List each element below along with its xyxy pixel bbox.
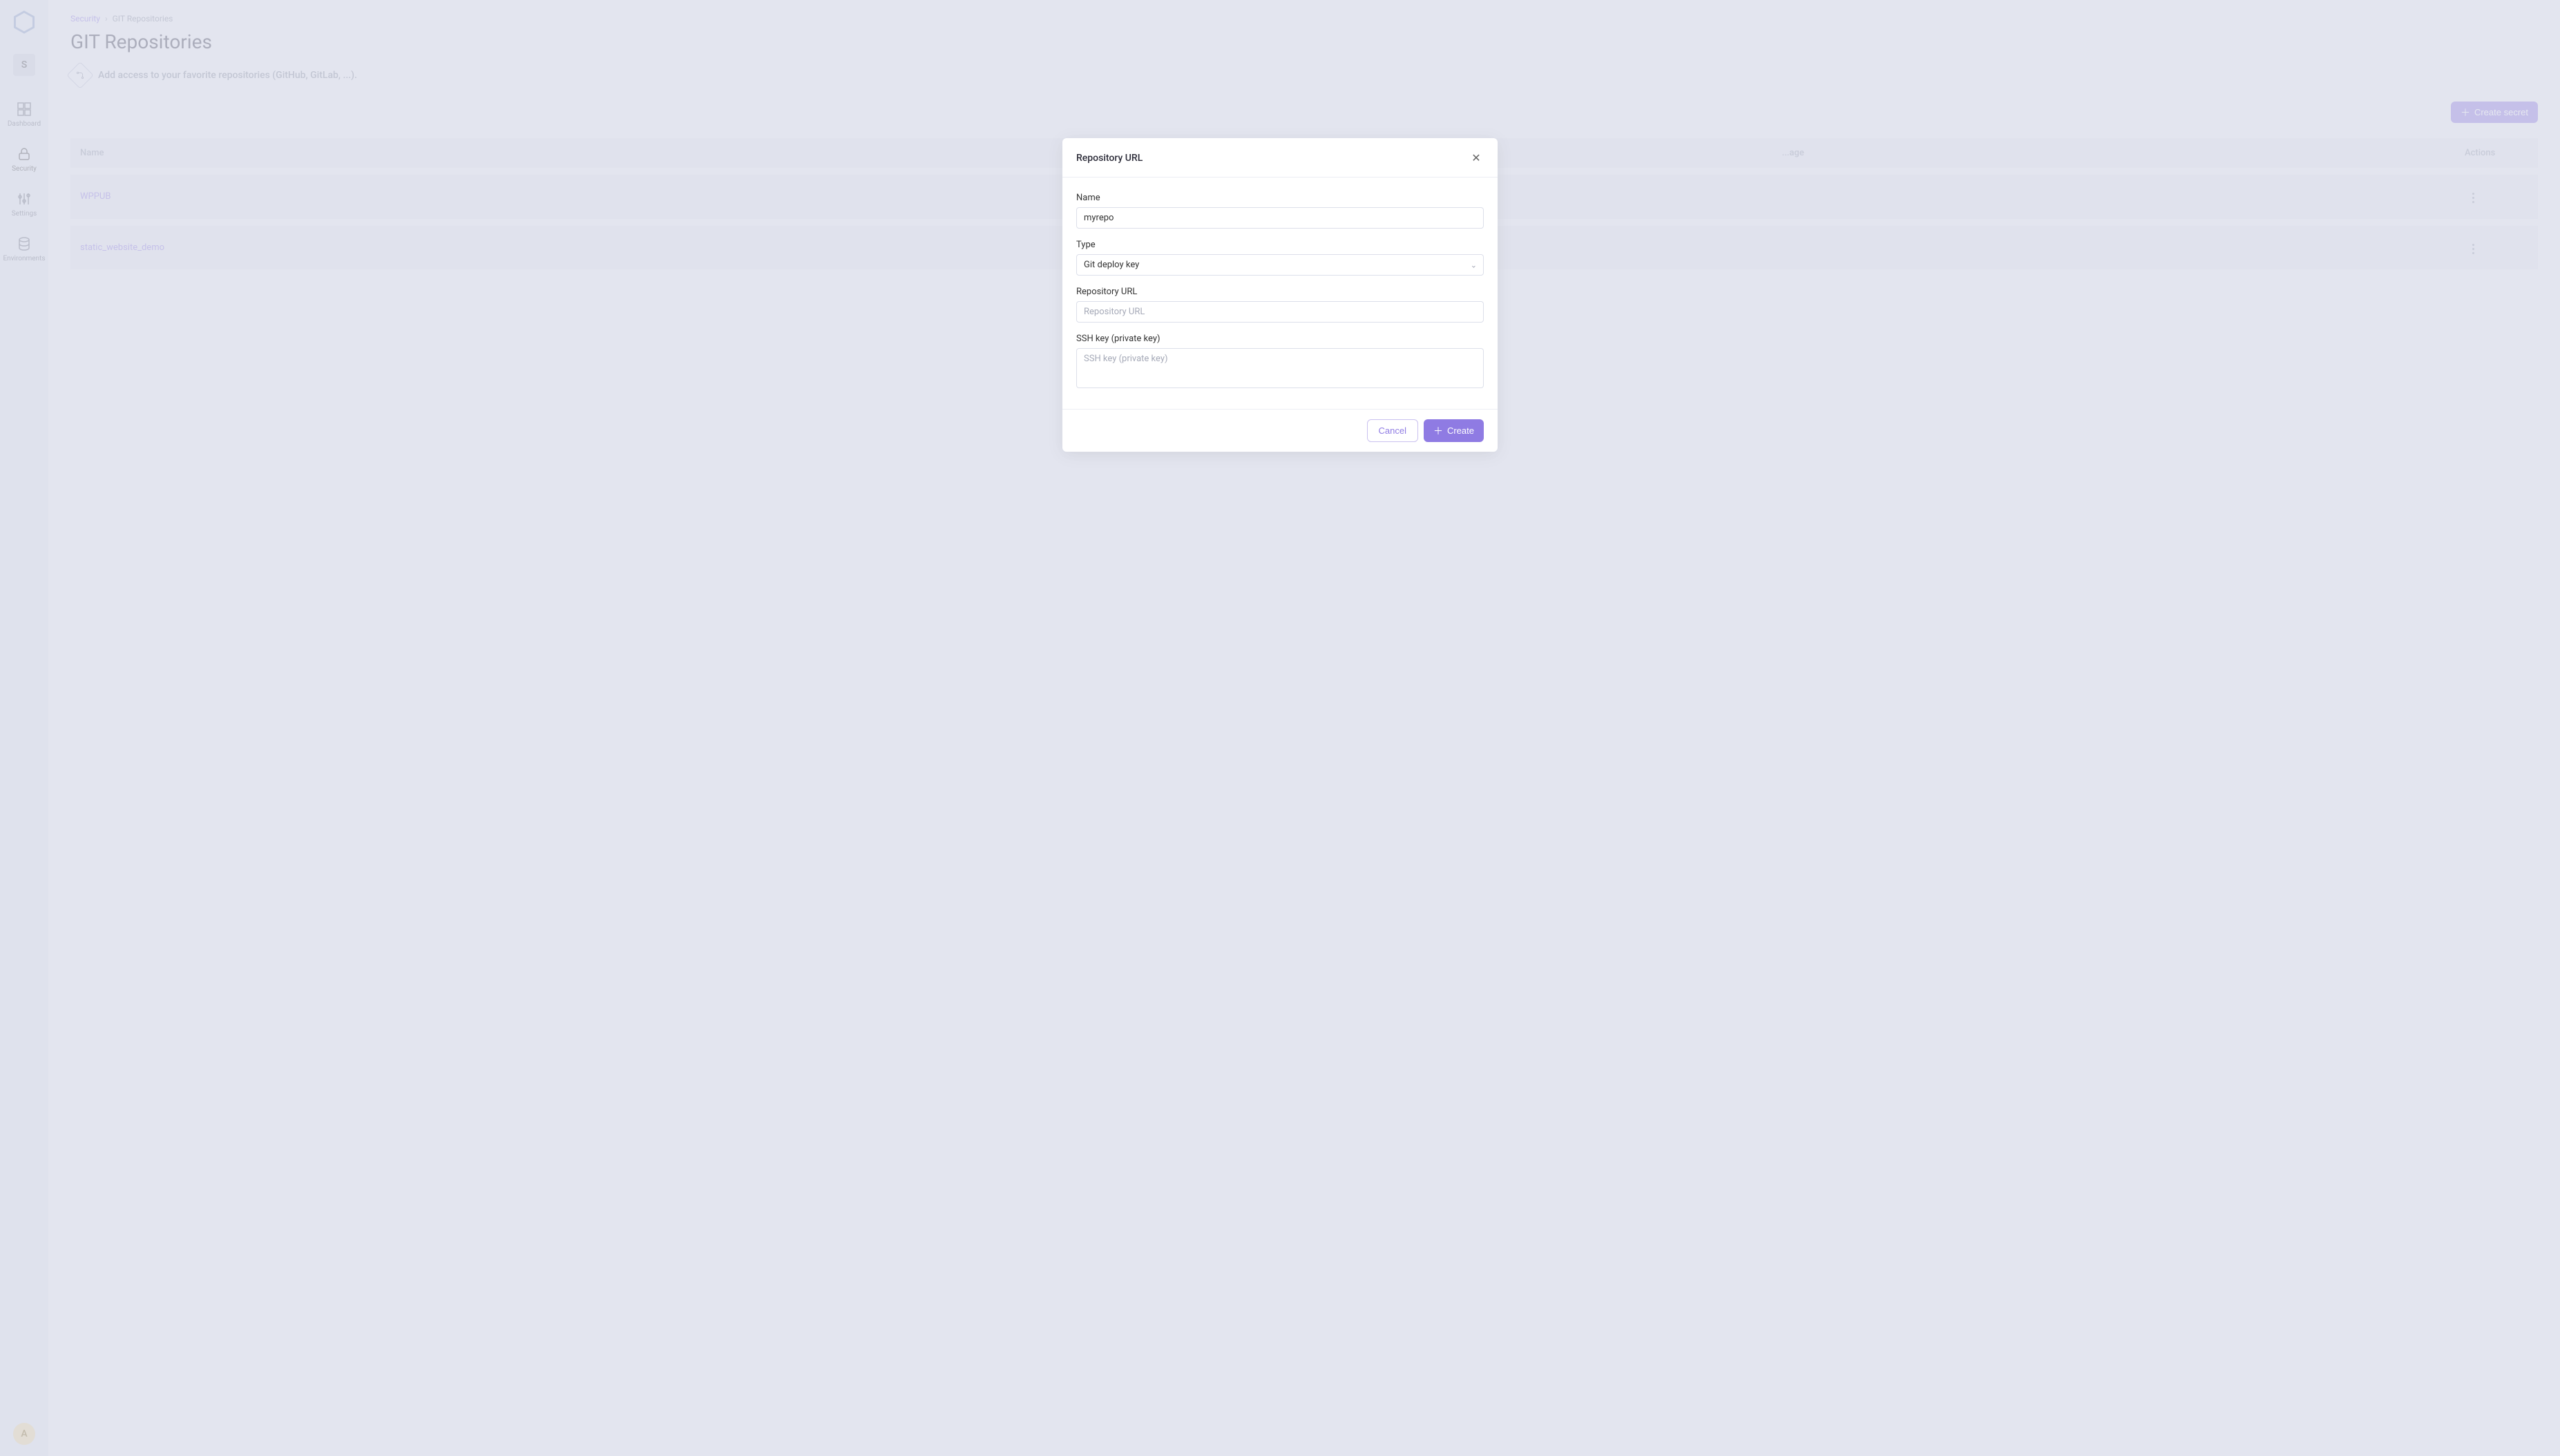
- modal-overlay[interactable]: Repository URL ✕ Name Type Git deploy ke…: [0, 0, 2560, 1456]
- field-repository-url: Repository URL: [1076, 287, 1484, 323]
- repository-url-input[interactable]: [1076, 301, 1484, 323]
- create-button[interactable]: ＋ Create: [1424, 419, 1484, 442]
- close-button[interactable]: ✕: [1469, 151, 1484, 166]
- modal-footer: Cancel ＋ Create: [1062, 409, 1498, 452]
- close-icon: ✕: [1471, 151, 1480, 165]
- cancel-label: Cancel: [1379, 425, 1406, 436]
- type-select[interactable]: Git deploy key: [1076, 254, 1484, 276]
- modal-body: Name Type Git deploy key ⌄ Repository UR…: [1062, 178, 1498, 409]
- field-type: Type Git deploy key ⌄: [1076, 240, 1484, 276]
- ssh-key-label: SSH key (private key): [1076, 334, 1484, 344]
- plus-icon: ＋: [1433, 426, 1443, 436]
- ssh-key-textarea[interactable]: [1076, 348, 1484, 388]
- modal-header: Repository URL ✕: [1062, 138, 1498, 178]
- field-ssh-key: SSH key (private key): [1076, 334, 1484, 391]
- cancel-button[interactable]: Cancel: [1367, 419, 1418, 442]
- field-name: Name: [1076, 193, 1484, 229]
- repository-url-modal: Repository URL ✕ Name Type Git deploy ke…: [1062, 138, 1498, 452]
- modal-title: Repository URL: [1076, 153, 1143, 164]
- create-label: Create: [1447, 425, 1474, 436]
- name-input[interactable]: [1076, 207, 1484, 229]
- type-label: Type: [1076, 240, 1484, 250]
- repository-url-label: Repository URL: [1076, 287, 1484, 297]
- name-label: Name: [1076, 193, 1484, 203]
